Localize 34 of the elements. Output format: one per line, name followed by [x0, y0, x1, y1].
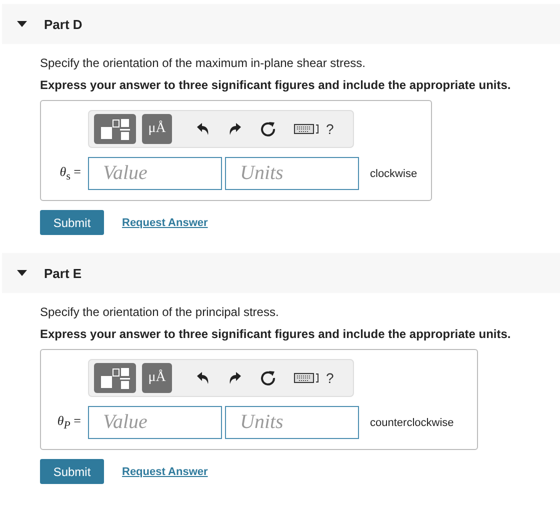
question-text: Specify the orientation of the principal stress.	[40, 305, 280, 319]
instruction-text: Express your answer to three significant figures and include the appropriate units.	[40, 327, 512, 341]
value-field[interactable]: Value	[88, 157, 222, 190]
variable-label: θ$_{s}$ =	[58, 164, 82, 183]
template-button[interactable]	[94, 114, 136, 144]
undo-icon[interactable]	[196, 371, 210, 385]
variable-label: θ$_{P}$ =	[56, 413, 82, 432]
reset-icon[interactable]	[260, 121, 276, 137]
direction-text: counterclockwise	[370, 416, 454, 428]
submit-button[interactable]: Submit	[40, 459, 104, 484]
redo-icon[interactable]	[228, 122, 242, 136]
direction-text: clockwise	[370, 168, 418, 180]
part-header[interactable]: Part D	[2, 4, 560, 44]
reset-icon[interactable]	[260, 370, 276, 386]
help-button[interactable]: ?	[326, 121, 334, 137]
redo-icon[interactable]	[228, 371, 242, 385]
part-title: Part E	[44, 266, 82, 280]
instruction-text: Express your answer to three significant figures and include the appropriate units.	[40, 78, 512, 92]
question-text: Specify the orientation of the maximum in-plane shear stress.	[40, 56, 366, 70]
units-field[interactable]: Units	[225, 157, 359, 190]
units-field[interactable]: Units	[225, 406, 359, 439]
help-button[interactable]: ?	[326, 370, 334, 386]
request-answer-link[interactable]: Request Answer	[122, 216, 208, 228]
part-title: Part D	[44, 16, 82, 32]
submit-button[interactable]: Submit	[40, 210, 104, 235]
keyboard-icon[interactable]	[294, 372, 320, 384]
units-button[interactable]: μÅ	[142, 363, 172, 393]
request-answer-link[interactable]: Request Answer	[122, 466, 208, 478]
template-button[interactable]	[94, 363, 136, 393]
units-button[interactable]: μÅ	[142, 114, 172, 144]
undo-icon[interactable]	[196, 122, 210, 136]
part-header[interactable]: Part E	[2, 253, 560, 293]
value-field[interactable]: Value	[88, 406, 222, 439]
keyboard-icon[interactable]	[294, 123, 320, 135]
